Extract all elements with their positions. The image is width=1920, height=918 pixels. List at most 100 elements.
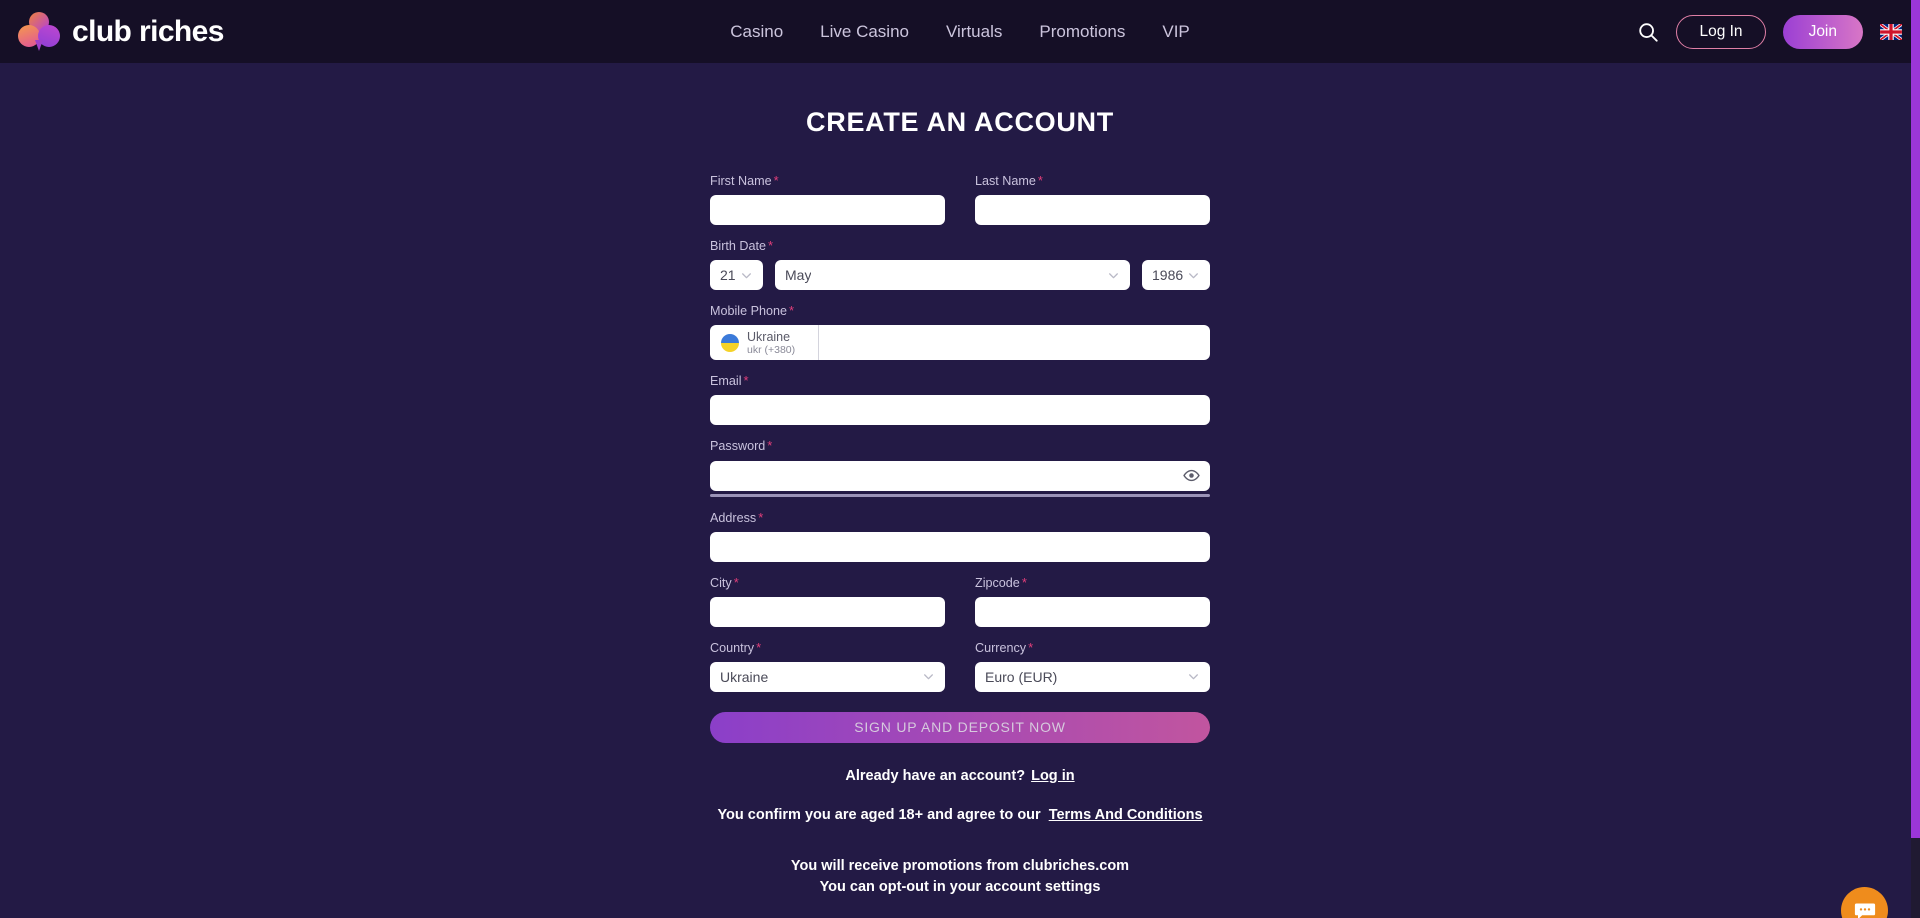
mobile-phone-label-text: Mobile Phone (710, 304, 788, 319)
required-asterisk: * (733, 574, 739, 590)
terms-and-conditions-link[interactable]: Terms And Conditions (1049, 807, 1203, 823)
birth-year-value: 1986 (1152, 267, 1184, 284)
currency-label-text: Currency (975, 640, 1027, 655)
country-select[interactable]: Ukraine (710, 661, 945, 692)
birth-date-label: Birth Date * (710, 238, 1210, 254)
ukraine-flag-icon (721, 333, 739, 352)
birth-month-value: May (785, 267, 812, 284)
last-name-group: Last Name * (975, 173, 1210, 226)
nav-item-casino[interactable]: Casino (730, 23, 783, 40)
signup-submit-button[interactable]: SIGN UP AND DEPOSIT NOW (710, 711, 1210, 743)
club-suit-icon (18, 11, 61, 52)
uk-flag-icon[interactable] (1880, 23, 1902, 40)
logo-text: club riches (72, 14, 224, 48)
birth-date-group: Birth Date * 21 May 1986 (710, 238, 1210, 291)
chat-bubble-icon (1854, 903, 1875, 918)
mobile-phone-label: Mobile Phone * (710, 303, 1210, 319)
required-asterisk: * (743, 373, 749, 389)
mobile-phone-group: Mobile Phone * Ukraine ukr (+380) (710, 303, 1210, 361)
required-asterisk: * (773, 173, 779, 188)
chevron-down-icon (1189, 272, 1198, 279)
chevron-down-icon (742, 272, 751, 279)
last-name-label-text: Last Name (975, 174, 1036, 188)
zipcode-label: Zipcode * (975, 575, 1210, 591)
city-group: City * (710, 575, 945, 627)
chevron-down-icon (924, 674, 933, 680)
main-nav: Casino Live Casino Virtuals Promotions V… (730, 23, 1190, 40)
first-name-label-text: First Name (710, 174, 772, 188)
required-asterisk: * (1037, 173, 1043, 188)
country-label-text: Country (710, 640, 755, 655)
page-scrollbar-thumb[interactable] (1911, 0, 1920, 838)
logo[interactable]: club riches (18, 11, 224, 52)
phone-country-name: Ukraine (747, 329, 791, 344)
birth-month-select[interactable]: May (775, 260, 1130, 291)
country-label: Country * (710, 640, 945, 656)
city-label-text: City (710, 575, 732, 590)
city-zip-row: City * Zipcode * (710, 575, 1210, 627)
eye-icon[interactable] (1183, 467, 1200, 484)
promotions-notice-line1: You will receive promotions from clubric… (790, 857, 1130, 874)
address-group: Address * (710, 510, 1210, 562)
nav-item-promotions[interactable]: Promotions (1039, 23, 1125, 40)
first-name-input[interactable] (710, 195, 945, 226)
login-button[interactable]: Log In (1676, 14, 1766, 49)
chevron-down-icon (1189, 674, 1198, 680)
country-value: Ukraine (720, 668, 769, 685)
birth-date-label-text: Birth Date (710, 239, 766, 254)
mobile-phone-input[interactable] (819, 325, 1210, 361)
nav-item-vip[interactable]: VIP (1162, 23, 1189, 40)
join-button[interactable]: Join (1782, 14, 1863, 49)
site-header: club riches Casino Live Casino Virtuals … (0, 0, 1920, 63)
password-label-text: Password (710, 439, 766, 454)
birth-day-select[interactable]: 21 (710, 260, 763, 291)
city-input[interactable] (710, 596, 945, 627)
search-icon[interactable] (1637, 21, 1659, 43)
password-group: Password * (710, 438, 1210, 497)
email-label: Email * (710, 373, 1210, 389)
zipcode-input[interactable] (975, 596, 1210, 627)
country-currency-row: Country * Ukraine Currency * Euro (EUR) (710, 640, 1210, 692)
required-asterisk: * (1028, 639, 1034, 655)
address-input[interactable] (710, 531, 1210, 562)
already-have-account-text: Already have an account? (845, 767, 1026, 784)
login-link[interactable]: Log in (1031, 768, 1075, 784)
required-asterisk: * (756, 639, 762, 655)
signup-form: First Name* Last Name* Birth Date* 21 (710, 173, 1210, 898)
currency-select[interactable]: Euro (EUR) (975, 661, 1210, 692)
zipcode-group: Zipcode * (975, 575, 1210, 627)
required-asterisk: * (767, 438, 773, 454)
page-title: CREATE AN ACCOUNT (806, 107, 1114, 137)
address-label: Address * (710, 510, 1210, 526)
required-asterisk: * (789, 303, 795, 319)
terms-notice-text: You confirm you are aged 18+ and agree t… (717, 806, 1041, 823)
birth-year-select[interactable]: 1986 (1142, 260, 1210, 291)
required-asterisk: * (768, 238, 774, 254)
password-label: Password * (710, 438, 1210, 454)
password-strength-bar (710, 493, 1210, 497)
city-label: City * (710, 575, 945, 591)
currency-group: Currency * Euro (EUR) (975, 640, 1210, 692)
page-scrollbar-track[interactable] (1911, 0, 1920, 918)
last-name-input[interactable] (975, 195, 1210, 226)
chat-widget-button[interactable] (1841, 887, 1888, 918)
birth-day-value: 21 (720, 267, 736, 284)
required-asterisk: * (1021, 574, 1027, 590)
nav-item-virtuals[interactable]: Virtuals (946, 23, 1002, 40)
currency-label: Currency * (975, 640, 1210, 656)
email-label-text: Email (710, 374, 742, 389)
nav-item-live-casino[interactable]: Live Casino (820, 23, 909, 40)
password-input[interactable] (720, 467, 1183, 484)
zipcode-label-text: Zipcode (975, 575, 1020, 590)
currency-value: Euro (EUR) (985, 668, 1058, 685)
required-asterisk: * (758, 509, 764, 525)
first-name-label: First Name * (710, 173, 945, 189)
promotions-notice: You will receive promotions from clubric… (710, 856, 1210, 898)
promotions-notice-line2: You can opt-out in your account settings (819, 878, 1101, 895)
email-input[interactable] (710, 395, 1210, 426)
phone-country-selector[interactable]: Ukraine ukr (+380) (710, 325, 819, 361)
signup-page: CREATE AN ACCOUNT First Name * Last Name *… (0, 107, 1920, 918)
already-have-account: Already have an account? Log in (710, 768, 1210, 784)
email-group: Email * (710, 373, 1210, 426)
phone-country-code: ukr (+380) (747, 343, 796, 356)
